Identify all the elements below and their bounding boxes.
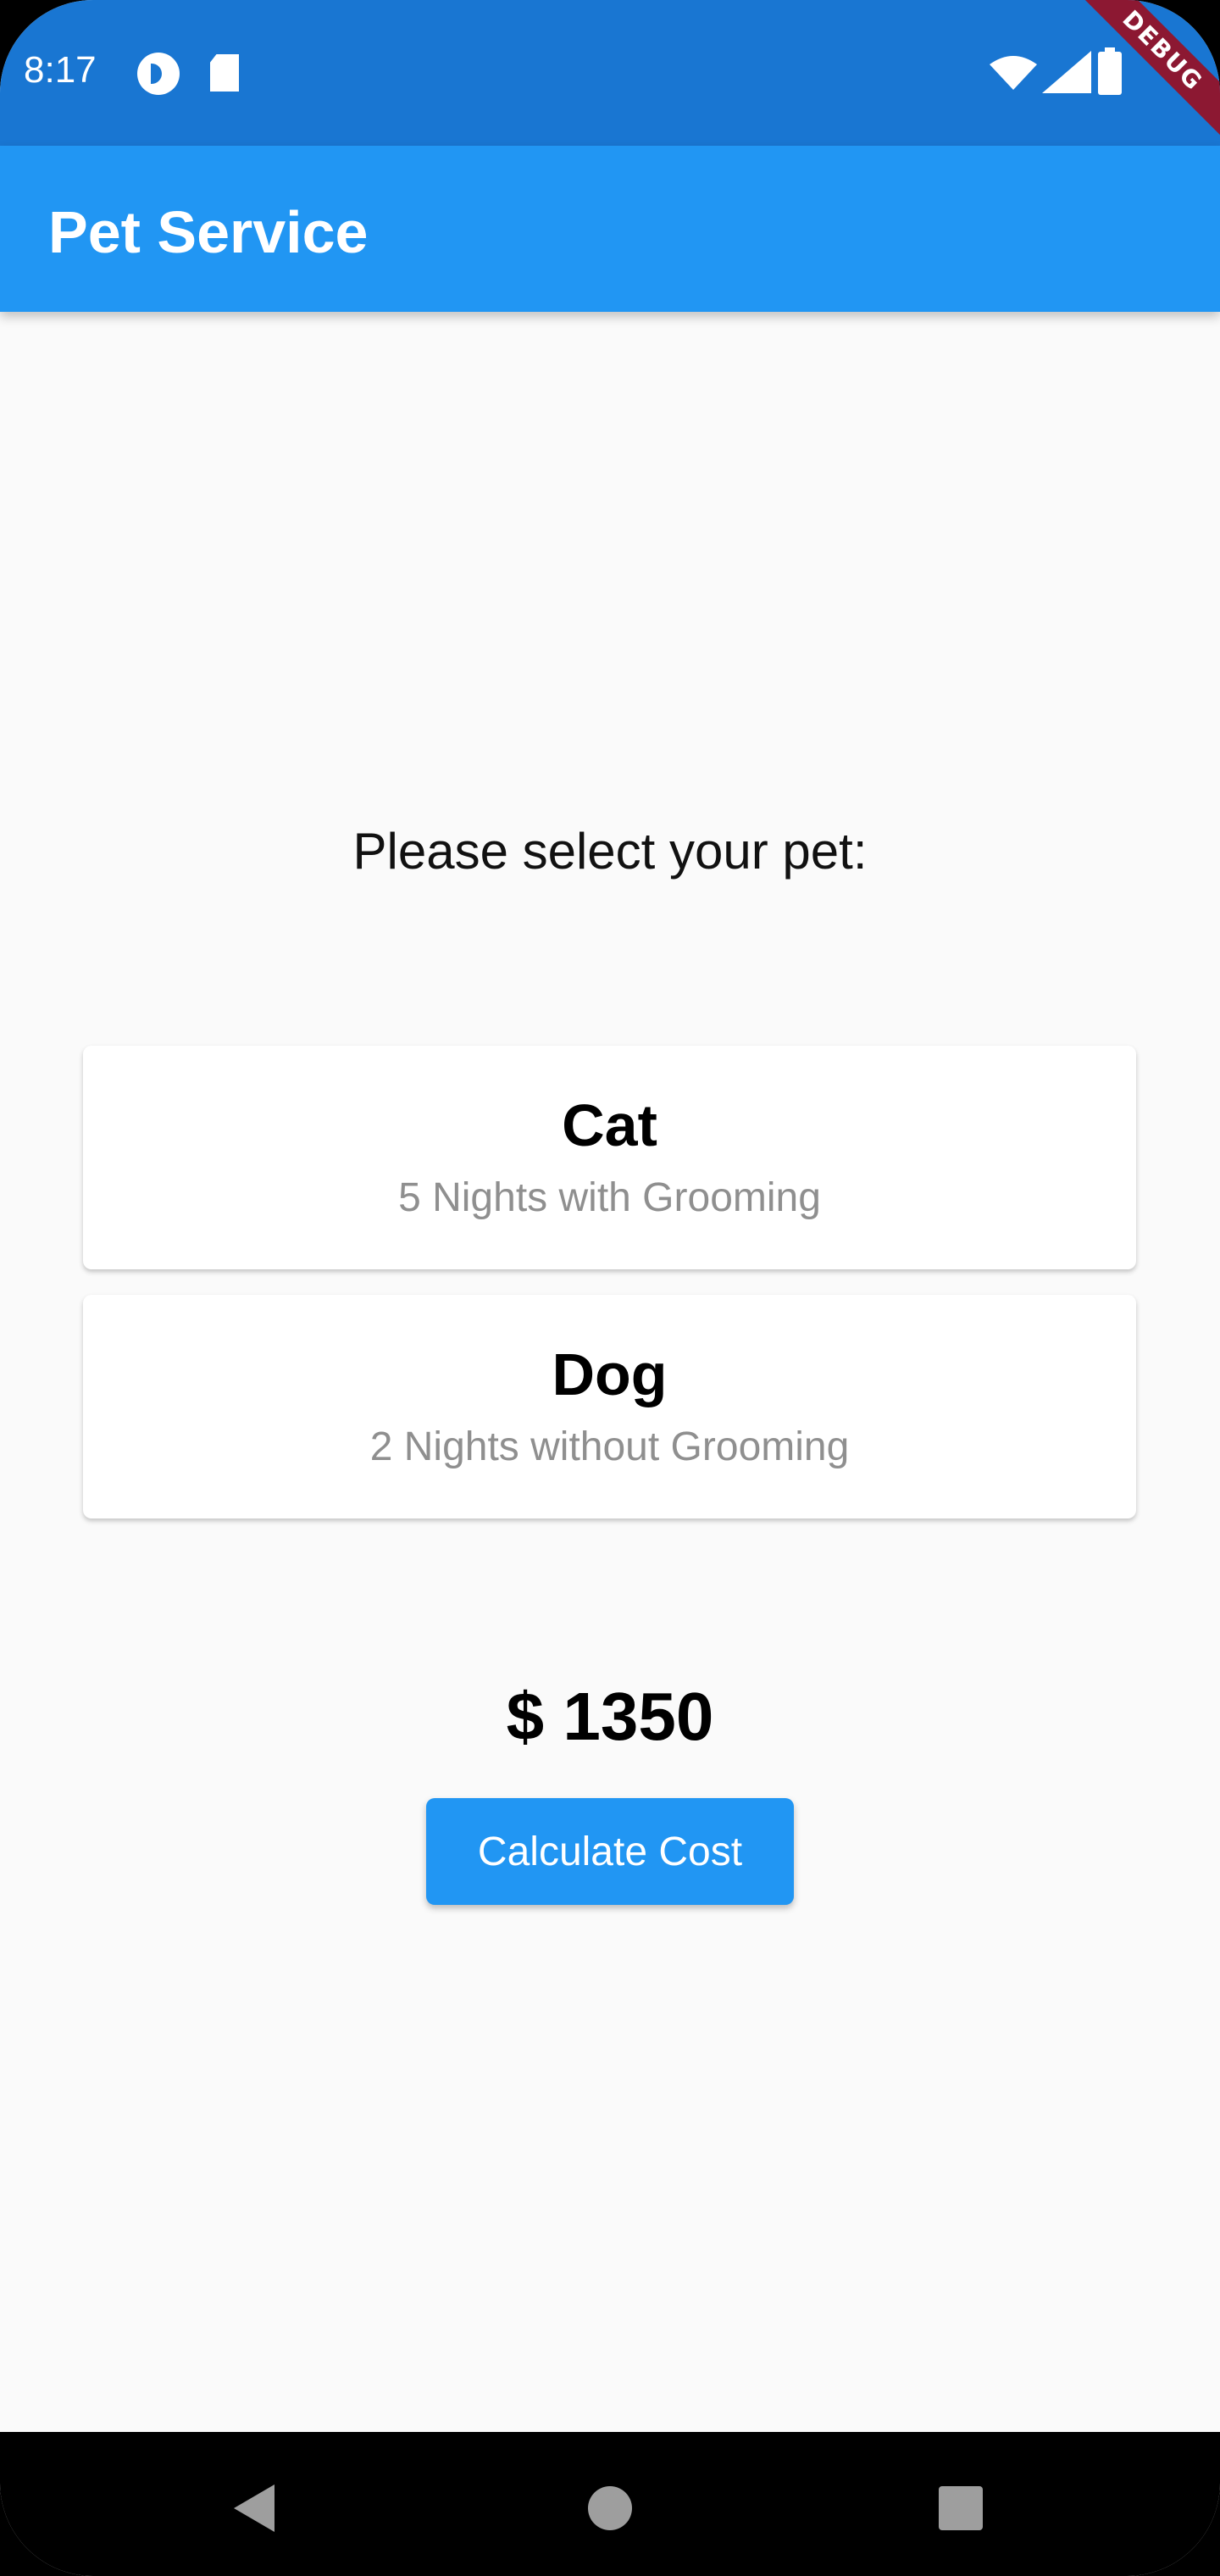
app-bar: Pet Service (0, 146, 1220, 312)
recents-icon[interactable] (939, 2486, 983, 2530)
navigation-bar (0, 2432, 1220, 2576)
cost-display: $ 1350 (506, 1679, 714, 1754)
calculate-cost-button[interactable]: Calculate Cost (426, 1798, 794, 1905)
wifi-icon (990, 56, 1037, 90)
home-icon[interactable] (588, 2486, 632, 2530)
privacy-indicator-icon (137, 53, 180, 95)
phone-screen: 8:17 DEBUG Pet Service Please select you… (0, 0, 1220, 2576)
pet-detail: 5 Nights with Grooming (398, 1175, 821, 1220)
pet-name: Cat (562, 1092, 657, 1158)
app-title: Pet Service (48, 199, 369, 265)
status-time: 8:17 (24, 49, 97, 91)
pet-prompt: Please select your pet: (352, 823, 868, 880)
pet-name: Dog (552, 1341, 668, 1407)
pet-card-cat[interactable]: Cat 5 Nights with Grooming (83, 1046, 1136, 1269)
status-bar: 8:17 DEBUG (0, 0, 1220, 154)
sd-card-icon (210, 54, 239, 92)
pet-card-dog[interactable]: Dog 2 Nights without Grooming (83, 1295, 1136, 1518)
battery-icon (1098, 47, 1122, 95)
pet-detail: 2 Nights without Grooming (369, 1424, 850, 1469)
signal-icon (1042, 51, 1091, 93)
back-icon[interactable] (234, 2484, 274, 2532)
